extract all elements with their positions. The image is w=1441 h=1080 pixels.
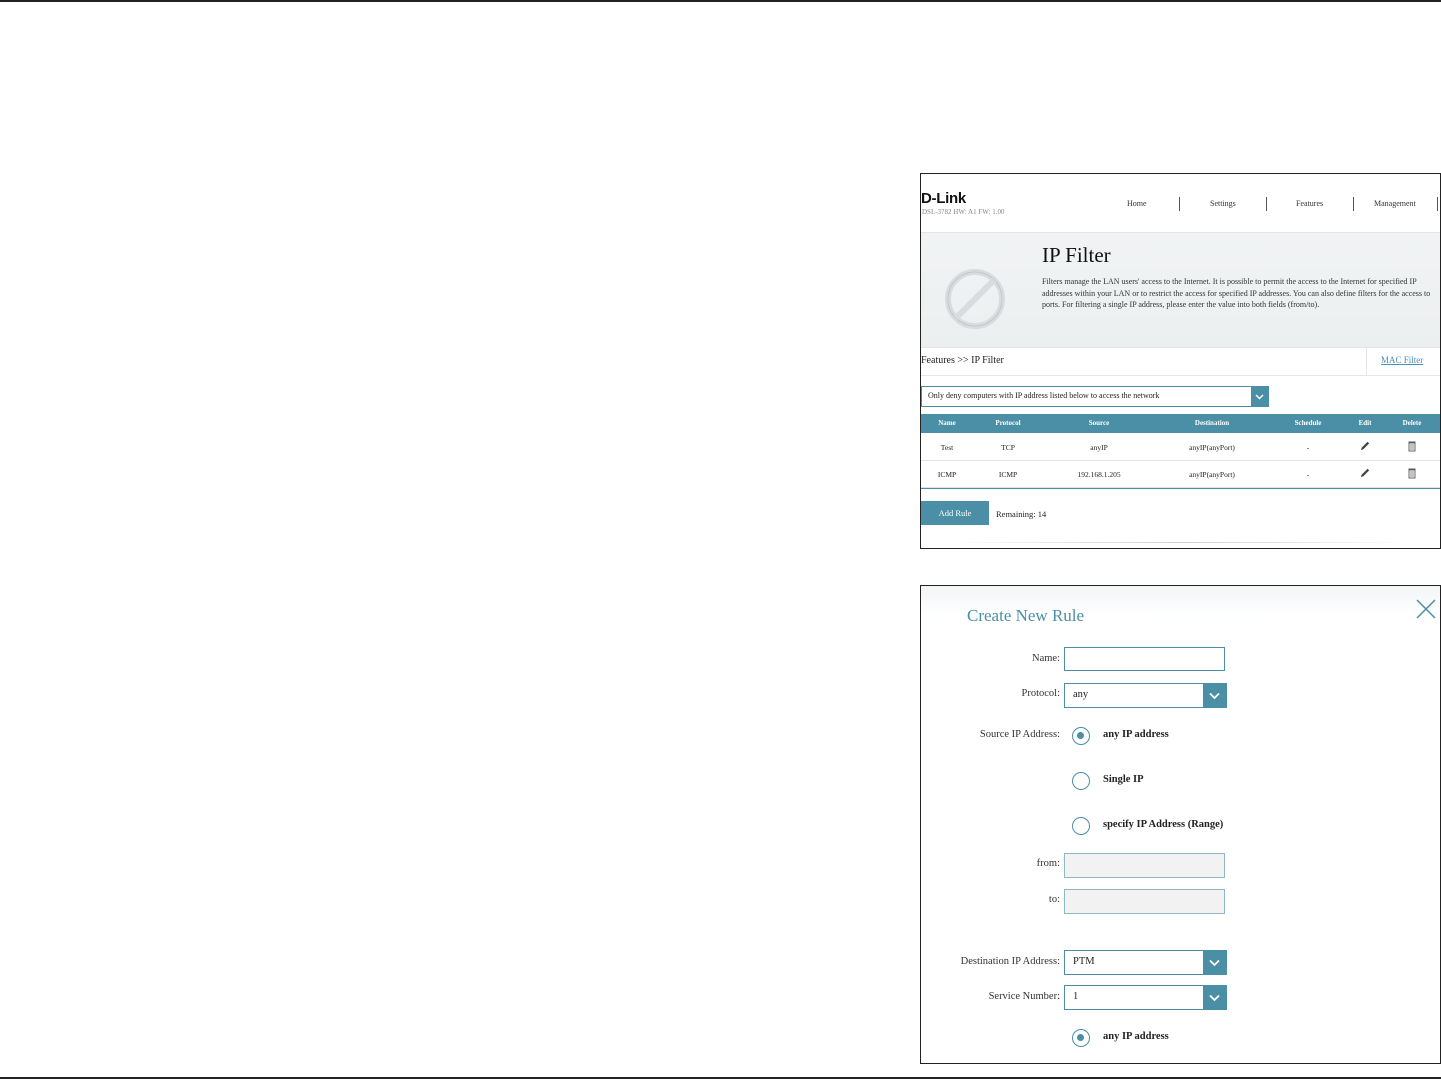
destination-value: PTM (1073, 956, 1095, 967)
table-bottom-rule (921, 488, 1440, 489)
close-icon[interactable] (1415, 598, 1437, 620)
service-number-value: 1 (1073, 991, 1079, 1002)
dlink-logo: D-Link (921, 190, 966, 207)
destination-select[interactable]: PTM (1064, 950, 1227, 975)
cell-destination: anyIP(anyPort) (1189, 470, 1235, 479)
table-row: ICMP ICMP 192.168.1.205 anyIP(anyPort) - (921, 461, 1440, 488)
page-description: Filters manage the LAN users' access to … (1042, 277, 1431, 310)
col-protocol: Protocol (995, 419, 1021, 427)
cell-protocol: TCP (1001, 443, 1015, 452)
chevron-down-icon (1209, 994, 1220, 1002)
page-top-rule (0, 0, 1441, 2)
col-edit: Edit (1358, 419, 1372, 427)
page-title: IP Filter (1042, 243, 1111, 267)
source-range-radio[interactable] (1072, 817, 1090, 835)
source-any-ip-label: any IP address (1103, 729, 1169, 740)
protocol-value: any (1073, 689, 1089, 700)
destination-dropdown-button[interactable] (1203, 951, 1226, 974)
source-ip-label: Source IP Address: (979, 729, 1060, 740)
destination-any-ip-label: any IP address (1103, 1031, 1169, 1042)
dialog-title: Create New Rule (967, 606, 1085, 625)
ip-filter-prohibit-icon (945, 269, 1005, 329)
add-rule-button[interactable]: Add Rule (921, 501, 989, 525)
nav-home[interactable]: Home (1127, 199, 1147, 208)
service-number-select[interactable]: 1 (1064, 985, 1227, 1010)
col-source: Source (1088, 419, 1110, 427)
table-row: Test TCP anyIP anyIP(anyPort) - (921, 434, 1440, 461)
trash-icon[interactable] (1406, 467, 1418, 479)
breadcrumb: Features >> IP Filter (921, 355, 1004, 366)
destination-any-ip-radio[interactable] (1072, 1029, 1090, 1047)
nav-separator (1353, 197, 1354, 211)
top-bar: D-Link DSL-3782 HW: A1 FW: 1.00 Home Set… (921, 174, 1440, 232)
cell-source: 192.168.1.205 (1077, 470, 1121, 479)
table-header: Name Protocol Source Destination Schedul… (921, 414, 1440, 433)
filter-mode-value: Only deny computers with IP address list… (928, 391, 1160, 400)
cell-schedule: - (1306, 443, 1310, 452)
nav-separator (1179, 197, 1180, 211)
remaining-count: Remaining: 14 (996, 509, 1047, 519)
pencil-icon[interactable] (1359, 440, 1371, 452)
footer-divider (951, 542, 1411, 543)
source-any-ip-radio[interactable] (1072, 727, 1090, 745)
cell-protocol: ICMP (998, 470, 1018, 479)
nav-management[interactable]: Management (1374, 199, 1416, 208)
protocol-dropdown-button[interactable] (1203, 684, 1226, 707)
from-label: from: (1036, 858, 1060, 869)
breadcrumb-row: Features >> IP Filter MAC Filter (921, 346, 1440, 376)
mac-filter-link[interactable]: MAC Filter (1381, 355, 1423, 365)
trash-icon[interactable] (1406, 440, 1418, 452)
cell-name: ICMP (937, 470, 957, 479)
filter-mode-dropdown-button[interactable] (1251, 387, 1268, 406)
mac-filter-tab: MAC Filter (1366, 346, 1440, 375)
source-single-ip-radio[interactable] (1072, 772, 1090, 790)
service-number-dropdown-button[interactable] (1203, 986, 1226, 1009)
name-label: Name: (1032, 653, 1060, 664)
create-rule-screenshot: Create New Rule Name: Protocol: any Sour… (920, 585, 1441, 1064)
page-header: IP Filter Filters manage the LAN users' … (921, 232, 1440, 348)
cell-destination: anyIP(anyPort) (1189, 443, 1235, 452)
name-input[interactable] (1064, 647, 1225, 671)
nav-features[interactable]: Features (1296, 199, 1323, 208)
cell-schedule: - (1306, 470, 1310, 479)
col-schedule: Schedule (1294, 419, 1322, 427)
to-input[interactable] (1064, 889, 1225, 914)
nav-separator (1266, 197, 1267, 211)
model-info: DSL-3782 HW: A1 FW: 1.00 (922, 208, 1005, 216)
nav-separator (1437, 197, 1438, 211)
pencil-icon[interactable] (1359, 467, 1371, 479)
service-number-label: Service Number: (988, 991, 1060, 1002)
col-name: Name (938, 419, 956, 427)
protocol-label: Protocol: (1021, 688, 1061, 699)
ip-filter-screenshot: D-Link DSL-3782 HW: A1 FW: 1.00 Home Set… (920, 173, 1441, 549)
from-input[interactable] (1064, 853, 1225, 878)
source-single-ip-label: Single IP (1103, 774, 1144, 785)
filter-mode-select[interactable]: Only deny computers with IP address list… (921, 386, 1269, 407)
col-destination: Destination (1194, 419, 1230, 427)
source-range-label: specify IP Address (Range) (1103, 819, 1224, 830)
chevron-down-icon (1209, 692, 1220, 700)
page-bottom-rule (0, 1077, 1441, 1079)
cell-name: Test (940, 443, 954, 452)
cell-source: anyIP (1090, 443, 1108, 452)
destination-ip-label: Destination IP Address: (960, 956, 1060, 967)
to-label: to: (1048, 894, 1060, 905)
nav-settings[interactable]: Settings (1210, 199, 1236, 208)
col-delete: Delete (1402, 419, 1422, 427)
chevron-down-icon (1255, 394, 1264, 400)
chevron-down-icon (1209, 959, 1220, 967)
protocol-select[interactable]: any (1064, 683, 1227, 708)
